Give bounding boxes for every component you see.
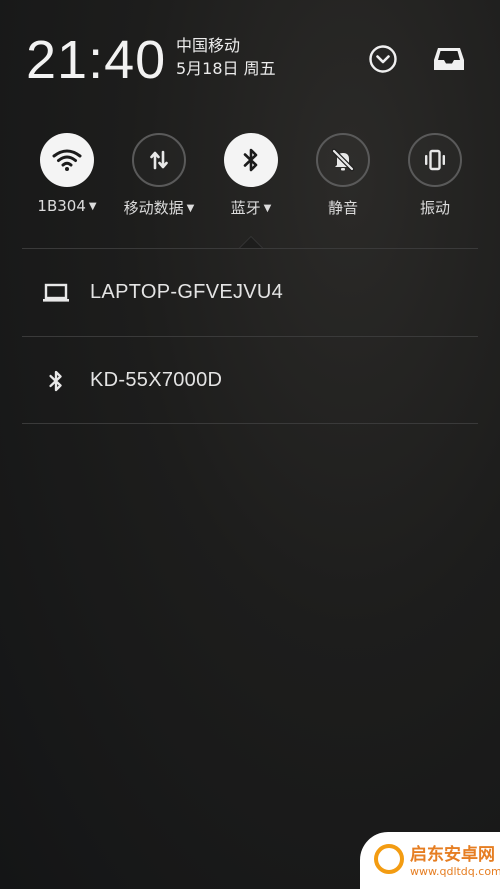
toggle-silent[interactable]: 静音 [298, 133, 388, 218]
toggle-vibrate[interactable]: 振动 [390, 133, 480, 218]
carrier-name: 中国移动 [176, 36, 241, 55]
chevron-down-circle-icon[interactable] [366, 42, 400, 76]
toggle-wifi[interactable]: 1B304 ▼ [22, 133, 112, 215]
clock-time: 21:40 [26, 30, 167, 90]
caret-down-icon: ▼ [186, 203, 195, 214]
toggle-mobile-data-label: 移动数据 [123, 199, 184, 217]
device-name: KD-55X7000D [90, 369, 223, 391]
device-item-laptop[interactable]: LAPTOP-GFVEJVU4 [22, 249, 478, 336]
divider [22, 423, 478, 424]
toggle-bluetooth-menu[interactable]: 蓝牙 ▼ [206, 197, 296, 218]
toggle-silent-button[interactable] [316, 133, 370, 187]
wifi-icon [52, 149, 82, 171]
toggle-mobile-data[interactable]: 移动数据 ▼ [114, 133, 204, 218]
status-header: 21:40 中国移动 5月18日 周五 [26, 30, 476, 90]
vibrate-icon [425, 149, 445, 171]
toggle-vibrate-button[interactable] [408, 133, 462, 187]
toggle-bluetooth-button[interactable] [224, 133, 278, 187]
data-arrows-icon [150, 150, 168, 170]
watermark-url: www.qdltdq.com [410, 865, 500, 878]
toggle-mobile-data-menu[interactable]: 移动数据 ▼ [114, 197, 204, 218]
toggle-silent-label: 静音 [327, 199, 358, 217]
panel-pointer [239, 236, 263, 248]
watermark-title: 启东安卓网 [410, 845, 495, 865]
toggle-bluetooth-label: 蓝牙 [230, 199, 261, 217]
bluetooth-icon [49, 370, 62, 391]
toggle-wifi-button[interactable] [40, 133, 94, 187]
carrier-date-block: 中国移动 5月18日 周五 [176, 35, 276, 81]
toggle-wifi-menu[interactable]: 1B304 ▼ [22, 197, 112, 215]
caret-down-icon: ▼ [263, 203, 272, 214]
date-text: 5月18日 周五 [176, 59, 276, 78]
quick-toggles: 1B304 ▼ 移动数据 ▼ 蓝牙 ▼ 静音 振动 [22, 133, 482, 223]
caret-down-icon: ▼ [88, 201, 97, 212]
device-name: LAPTOP-GFVEJVU4 [90, 281, 284, 303]
device-item-tv[interactable]: KD-55X7000D [22, 337, 478, 424]
toggle-mobile-data-button[interactable] [132, 133, 186, 187]
bell-off-icon [331, 148, 355, 172]
inbox-tray-icon[interactable] [432, 42, 466, 76]
site-watermark: 启东安卓网 www.qdltdq.com [360, 832, 500, 889]
laptop-icon [43, 283, 69, 302]
toggle-bluetooth[interactable]: 蓝牙 ▼ [206, 133, 296, 218]
toggle-wifi-label: 1B304 [37, 197, 86, 215]
watermark-logo-icon [374, 844, 404, 874]
bluetooth-icon [243, 148, 258, 172]
toggle-vibrate-label: 振动 [419, 199, 450, 217]
